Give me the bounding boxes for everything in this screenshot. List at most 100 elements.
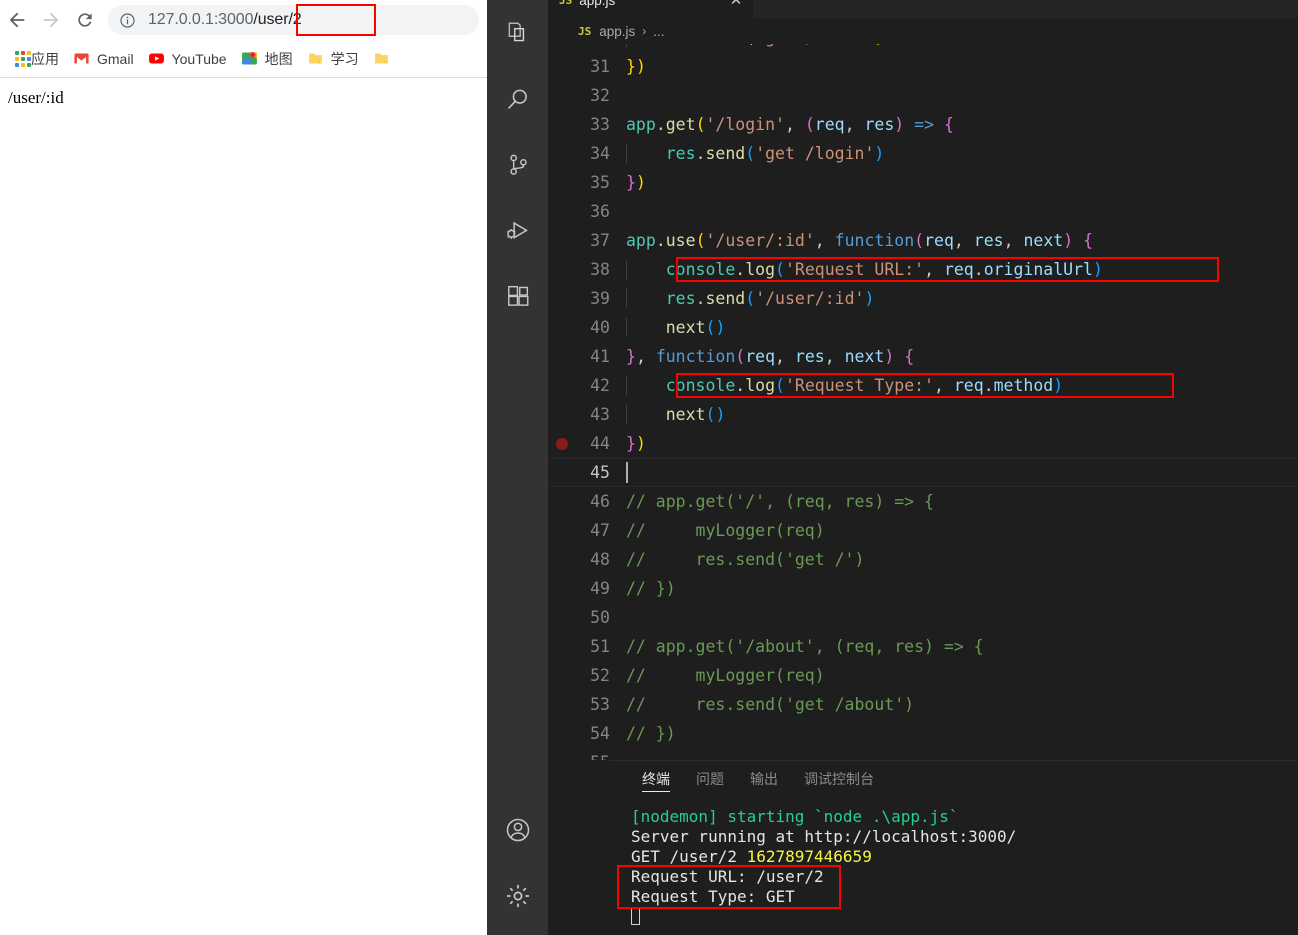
indent-guide [626,318,627,337]
code-line[interactable]: 50 [548,603,1298,632]
terminal-output[interactable]: [nodemon] starting `node .\app.js` Server… [609,796,1298,927]
code-token: // res.send('get /about') [626,695,915,714]
panel-tab-3[interactable]: 调试控制台 [791,761,887,796]
bookmark-apps[interactable]: 应用 [10,46,67,72]
close-icon[interactable]: ✕ [727,0,745,8]
bookmark-folder-study[interactable]: 学习 [303,46,367,72]
code-token: ) [1053,376,1064,395]
code-text: // app.get('/about', (req, res) => { [626,637,1298,656]
code-token: next [665,318,706,337]
code-token: ( [775,260,785,279]
breadcrumb-file[interactable]: app.js [599,24,635,39]
code-lines: 30 res.send('get /about')31})3233app.get… [548,44,1298,760]
code-line[interactable]: 35}) [548,168,1298,197]
line-number: 31 [590,57,610,76]
editor-tab-appjs[interactable]: JS app.js ✕ [548,0,754,18]
editor-tab-bar: JS app.js ✕ [548,0,1298,18]
line-number: 43 [590,405,610,424]
code-line[interactable]: 52 // myLogger(req) [548,661,1298,690]
back-arrow-icon [9,12,25,28]
bookmark-folder-partial[interactable] [369,46,405,72]
panel-tab-1[interactable]: 问题 [683,761,737,796]
search-icon [507,89,527,109]
sidebar-item-source-control[interactable] [487,132,548,198]
breakpoint-icon[interactable] [556,437,568,450]
code-text: }, function(req, res, next) { [626,347,1298,366]
code-token: ) [894,115,905,134]
code-line[interactable]: 37 app.use('/user/:id', function(req, res… [548,226,1298,255]
code-line[interactable]: 53 // res.send('get /about') [548,690,1298,719]
code-line[interactable]: 40 next() [548,313,1298,342]
code-token: , [635,347,656,366]
code-text: next() [626,318,1298,337]
code-line[interactable]: 44}) [548,429,1298,458]
line-number: 53 [590,695,610,714]
sidebar-item-extensions[interactable] [487,264,548,330]
code-line[interactable]: 30 res.send('get /about') [548,44,1298,52]
reload-button[interactable] [68,3,102,37]
settings-gear-icon [506,885,529,907]
terminal-text: 1627897446659 [746,847,872,866]
info-circle-icon[interactable] [119,12,136,29]
code-line[interactable]: 31}) [548,52,1298,81]
gmail-icon [74,53,89,64]
code-line[interactable]: 55 [548,748,1298,760]
code-line[interactable]: 42 console.log('Request Type:', req.meth… [548,371,1298,400]
code-line[interactable]: 36 [548,197,1298,226]
bookmark-maps[interactable]: 地图 [237,46,301,72]
panel-tab-2[interactable]: 输出 [737,761,791,796]
explorer-icon [508,22,524,42]
terminal-line: [nodemon] starting `node .\app.js` [631,807,1298,827]
code-text: console.log('Request Type:', req.method) [626,376,1298,395]
code-token: , [824,347,845,366]
code-token: , [844,115,865,134]
line-number: 54 [590,724,610,743]
code-text: }) [626,173,1298,192]
url-host: 127.0.0.1:3000 [148,11,254,28]
forward-button[interactable] [34,3,68,37]
code-line[interactable]: 43 next() [548,400,1298,429]
breadcrumb-tail[interactable]: ... [653,24,664,39]
panel-tab-0[interactable]: 终端 [629,761,683,796]
block-cursor-icon [631,908,640,925]
code-text: // myLogger(req) [626,666,1298,685]
address-bar[interactable]: 127.0.0.1:3000/user/2 [108,5,479,35]
code-text [626,462,1298,483]
bookmark-youtube[interactable]: YouTube [144,46,235,72]
back-button[interactable] [0,3,34,37]
sidebar-item-settings[interactable] [487,863,548,929]
vscode-window: JS app.js ✕ JS app.js › ... 30 res.send(… [487,0,1298,935]
code-line[interactable]: 48 // res.send('get /') [548,545,1298,574]
sidebar-item-explorer[interactable] [487,0,548,66]
terminal-line: Server running at http://localhost:3000/ [631,827,1298,847]
sidebar-item-run-and-debug[interactable] [487,198,548,264]
page-body-text: /user/:id [8,88,64,107]
code-line[interactable]: 54 // }) [548,719,1298,748]
code-viewport[interactable]: 30 res.send('get /about')31})3233app.get… [548,44,1298,760]
code-line[interactable]: 47 // myLogger(req) [548,516,1298,545]
code-token: req [924,231,954,250]
code-line[interactable]: 46 // app.get('/', (req, res) => { [548,487,1298,516]
code-token: log [745,376,776,395]
code-line[interactable]: 51 // app.get('/about', (req, res) => { [548,632,1298,661]
code-token: ) [884,347,895,366]
code-line[interactable]: 34 res.send('get /login') [548,139,1298,168]
code-line[interactable]: 49 // }) [548,574,1298,603]
code-token: send [706,44,746,47]
sidebar-item-accounts[interactable] [487,797,548,863]
code-text: res.send('get /about') [626,44,1298,47]
line-number: 36 [590,202,610,221]
code-token: ( [705,405,716,424]
code-line[interactable]: 39 res.send('/user/:id') [548,284,1298,313]
bookmark-gmail[interactable]: Gmail [69,46,142,72]
code-token: ( [745,144,756,163]
sidebar-item-search[interactable] [487,66,548,132]
code-line[interactable]: 32 [548,81,1298,110]
code-line[interactable]: 33 app.get('/login', (req, res) => { [548,110,1298,139]
forward-arrow-icon [43,12,59,28]
code-line[interactable]: 41}, function(req, res, next) { [548,342,1298,371]
code-token: 'Request URL:' [784,260,925,279]
code-line[interactable]: 38 console.log('Request URL:', req.origi… [548,255,1298,284]
code-line[interactable]: 45 [548,458,1298,487]
